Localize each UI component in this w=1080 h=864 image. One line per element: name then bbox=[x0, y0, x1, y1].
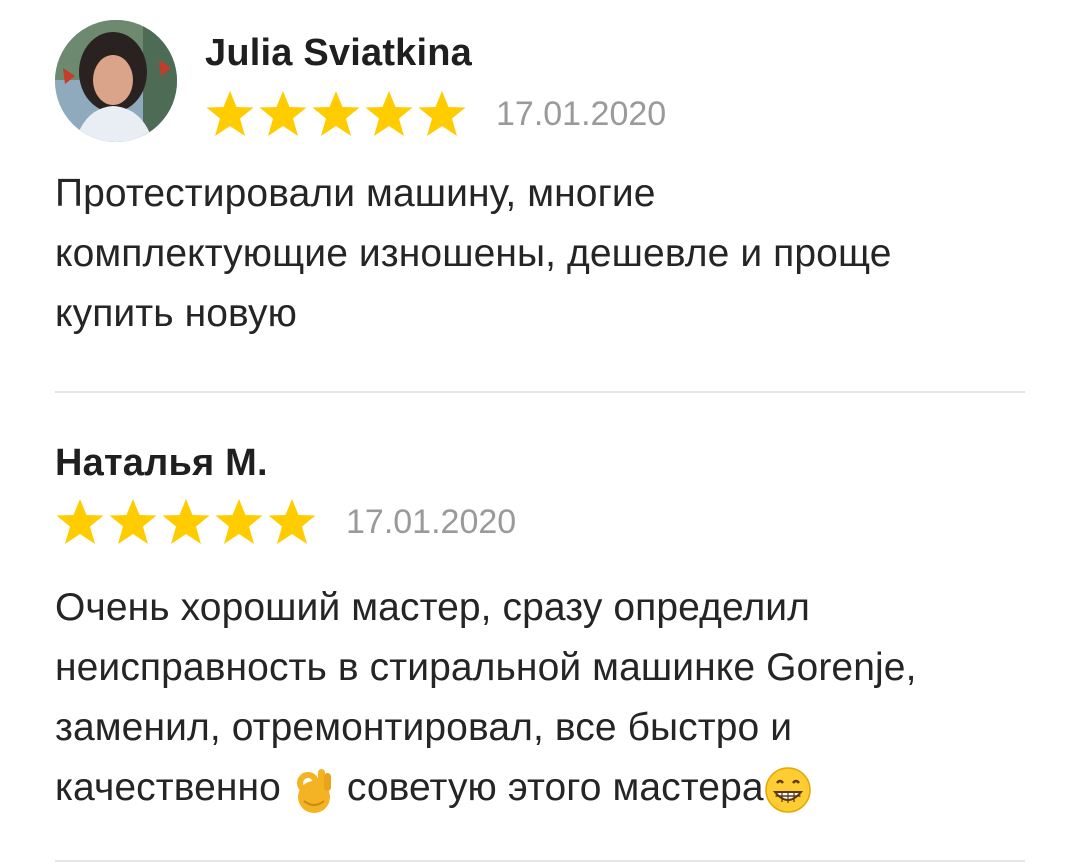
divider bbox=[55, 860, 1025, 862]
divider bbox=[55, 391, 1025, 393]
rating-row: 17.01.2020 bbox=[55, 494, 1025, 550]
star-icon bbox=[365, 91, 413, 136]
review-text: Очень хороший мастер, сразу определил не… bbox=[55, 578, 1025, 818]
author-block: Julia Sviatkina 17.01.2020 bbox=[205, 20, 666, 142]
rating-row: 17.01.2020 bbox=[205, 86, 666, 142]
review-header: Julia Sviatkina 17.01.2020 bbox=[55, 20, 1025, 142]
author-name[interactable]: Наталья М. bbox=[55, 440, 1025, 486]
star-icon bbox=[312, 91, 360, 136]
star-icon bbox=[206, 91, 254, 136]
avatar[interactable] bbox=[55, 20, 177, 142]
star-rating bbox=[205, 90, 470, 138]
review-card: Julia Sviatkina 17.01.2020 Протестировал… bbox=[55, 20, 1025, 344]
star-icon bbox=[268, 499, 316, 544]
star-icon bbox=[162, 499, 210, 544]
author-name[interactable]: Julia Sviatkina bbox=[205, 30, 666, 76]
review-text-part: советую этого мастера bbox=[335, 766, 764, 809]
reviews-page: Julia Sviatkina 17.01.2020 Протестировал… bbox=[0, 0, 1080, 864]
review-date: 17.01.2020 bbox=[496, 95, 667, 133]
star-icon bbox=[56, 499, 104, 544]
review-date: 17.01.2020 bbox=[346, 503, 517, 541]
review-card: Наталья М. 17.01.2020 Очень хороший маст… bbox=[55, 440, 1025, 818]
star-icon bbox=[215, 499, 263, 544]
grinning-face-icon bbox=[764, 766, 811, 813]
star-icon bbox=[259, 91, 307, 136]
ok-hand-icon bbox=[296, 768, 331, 813]
star-rating bbox=[55, 498, 320, 546]
star-icon bbox=[418, 91, 466, 136]
star-icon bbox=[109, 499, 157, 544]
review-text: Протестировали машину, многие комплектую… bbox=[55, 172, 892, 335]
